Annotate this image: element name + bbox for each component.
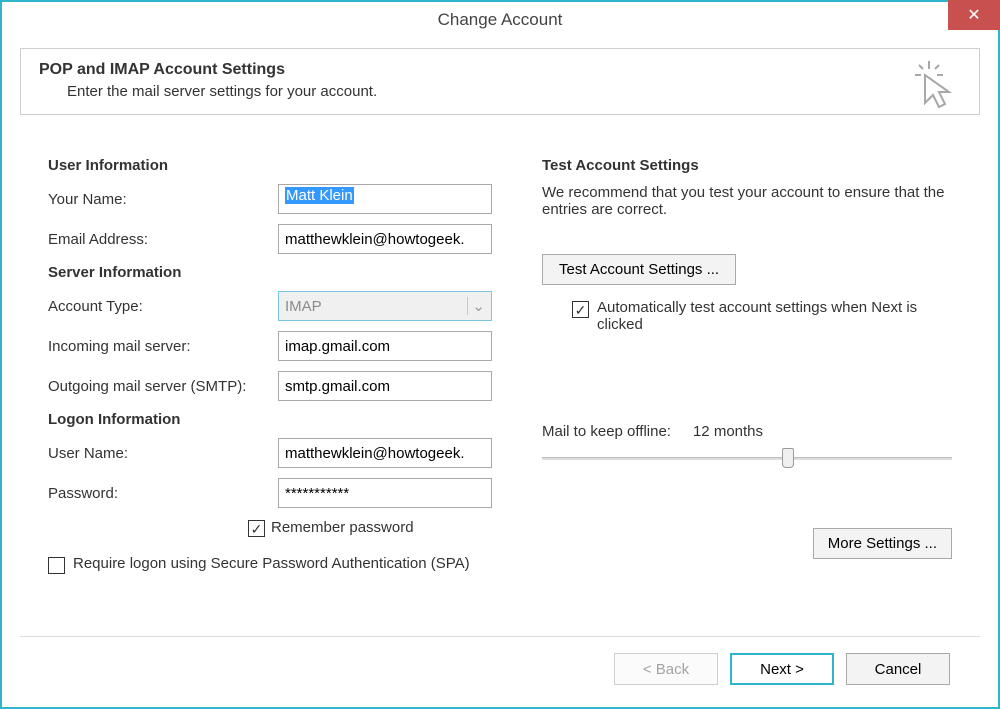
outgoing-server-label: Outgoing mail server (SMTP): — [48, 378, 278, 395]
back-button: < Back — [614, 653, 718, 685]
remember-password-label: Remember password — [271, 519, 414, 536]
password-label: Password: — [48, 485, 278, 502]
titlebar: Change Account ✕ — [2, 2, 998, 38]
user-name-input[interactable] — [278, 438, 492, 468]
account-type-label: Account Type: — [48, 298, 278, 315]
slider-track-line — [542, 457, 952, 460]
incoming-server-input[interactable] — [278, 331, 492, 361]
body-panel: User Information Your Name: Matt Klein E… — [20, 133, 980, 637]
cancel-button[interactable]: Cancel — [846, 653, 950, 685]
cursor-click-icon — [907, 59, 959, 115]
spa-checkbox[interactable] — [48, 557, 65, 574]
next-button[interactable]: Next > — [730, 653, 834, 685]
outgoing-server-input[interactable] — [278, 371, 492, 401]
mail-offline-label: Mail to keep offline: — [542, 423, 671, 440]
header-panel: POP and IMAP Account Settings Enter the … — [20, 48, 980, 115]
password-input[interactable] — [278, 478, 492, 508]
header-subtitle: Enter the mail server settings for your … — [67, 83, 961, 100]
remember-password-checkbox[interactable]: ✓ — [248, 520, 265, 537]
test-account-settings-button[interactable]: Test Account Settings ... — [542, 254, 736, 285]
user-name-label: User Name: — [48, 445, 278, 462]
your-name-value: Matt Klein — [285, 187, 354, 204]
mail-offline-slider[interactable] — [542, 448, 952, 468]
slider-thumb[interactable] — [782, 448, 794, 468]
auto-test-label: Automatically test account settings when… — [597, 299, 952, 333]
user-information-heading: User Information — [48, 157, 512, 174]
change-account-window: Change Account ✕ POP and IMAP Account Se… — [0, 0, 1000, 709]
spa-label: Require logon using Secure Password Auth… — [73, 555, 470, 572]
close-icon: ✕ — [967, 5, 980, 25]
test-account-description: We recommend that you test your account … — [542, 184, 952, 218]
mail-offline-value: 12 months — [693, 423, 763, 440]
account-type-value: IMAP — [285, 298, 322, 315]
email-address-label: Email Address: — [48, 231, 278, 248]
more-settings-button[interactable]: More Settings ... — [813, 528, 952, 559]
incoming-server-label: Incoming mail server: — [48, 338, 278, 355]
header-title: POP and IMAP Account Settings — [39, 61, 961, 79]
account-type-select: IMAP ⌄ — [278, 291, 492, 321]
chevron-down-icon: ⌄ — [467, 297, 485, 315]
your-name-label: Your Name: — [48, 191, 278, 208]
test-account-settings-heading: Test Account Settings — [542, 157, 952, 174]
logon-information-heading: Logon Information — [48, 411, 512, 428]
email-address-input[interactable] — [278, 224, 492, 254]
window-title: Change Account — [2, 10, 998, 30]
your-name-input[interactable]: Matt Klein — [278, 184, 492, 214]
close-button[interactable]: ✕ — [948, 0, 1000, 30]
left-column: User Information Your Name: Matt Klein E… — [48, 151, 512, 626]
server-information-heading: Server Information — [48, 264, 512, 281]
footer-buttons: < Back Next > Cancel — [20, 637, 980, 707]
auto-test-checkbox[interactable]: ✓ — [572, 301, 589, 318]
right-column: Test Account Settings We recommend that … — [542, 151, 952, 626]
